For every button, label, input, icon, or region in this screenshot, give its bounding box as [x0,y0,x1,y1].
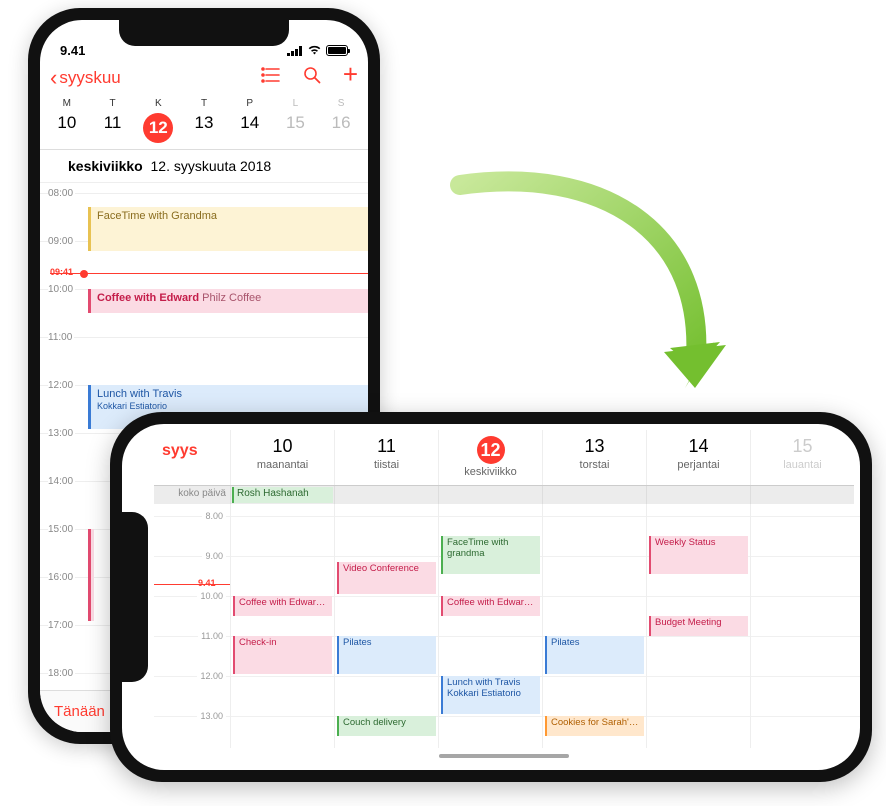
notch [122,512,148,682]
date-rest: 12. syyskuuta 2018 [151,158,272,174]
day-number[interactable]: 16 [318,113,364,143]
day-col[interactable]: 14perjantai [646,430,750,485]
weekday: L [273,98,319,109]
day-col[interactable]: 15lauantai [750,430,854,485]
event-title: FaceTime with Grandma [97,210,217,222]
allday-row: koko päivä Rosh Hashanah [154,486,854,504]
week-grid[interactable]: 8.00 9.00 10.00 11.00 12.00 13.00 9.41 C… [154,504,854,748]
event-coffee[interactable]: Coffee with Edward Philz Coffee [88,289,368,313]
battery-icon [326,45,348,56]
event-title: Lunch with Travis [447,677,520,688]
back-button[interactable]: ‹ syyskuu [50,68,121,88]
wifi-icon [307,43,322,58]
event-location: Kokkari Estiatorio [97,401,167,411]
time-column: 8.00 9.00 10.00 11.00 12.00 13.00 9.41 [154,504,230,748]
day-number-today[interactable]: 12 [143,113,173,143]
event[interactable]: Video Conference [337,562,436,594]
list-icon[interactable] [261,66,281,90]
rotate-arrow-icon [440,170,740,430]
hour-label: 15:00 [48,524,75,535]
week-header: syys 10maanantai 11tiistai 12keskiviikko… [154,430,854,486]
hour-label: 18:00 [48,668,75,679]
weekday-header: M T K T P L S [40,98,368,109]
hour-label: 10.00 [197,591,226,601]
day-col[interactable]: 11tiistai [334,430,438,485]
event[interactable]: Weekly Status [649,536,748,574]
grid-col-fri: Weekly Status Budget Meeting [646,504,750,748]
day-number[interactable]: 10 [44,113,90,143]
grid-col-tue: Video Conference Pilates Couch delivery [334,504,438,748]
event[interactable]: Budget Meeting [649,616,748,636]
day-number[interactable]: 15 [273,113,319,143]
grid-col-thu: Pilates Cookies for Sarah'… [542,504,646,748]
date-label: keskiviikko 12. syyskuuta 2018 [40,150,368,183]
event[interactable]: Coffee with Edwar… [441,596,540,616]
day-col[interactable]: 13torstai [542,430,646,485]
hour-label: 8.00 [202,511,226,521]
landscape-screen: syys 10maanantai 11tiistai 12keskiviikko… [122,424,860,770]
day-numbers: 10 11 12 13 14 15 16 [40,109,368,150]
weekday: T [90,98,136,109]
hour-label: 17:00 [48,620,75,631]
grid-col-mon: Coffee with Edwar… Check-in [230,504,334,748]
allday-event[interactable]: Rosh Hashanah [232,487,333,503]
now-indicator: 09:41 [50,273,368,274]
hour-label: 11.00 [198,631,226,641]
event[interactable]: Cookies for Sarah'… [545,716,644,736]
hour-label: 11:00 [48,332,74,343]
weekday: K [135,98,181,109]
day-number[interactable]: 14 [227,113,273,143]
home-indicator[interactable] [439,754,569,758]
event-facetime[interactable]: FaceTime with Grandma [88,207,368,251]
day-col[interactable]: 10maanantai [230,430,334,485]
date-weekday: keskiviikko [68,158,143,174]
weekday: P [227,98,273,109]
day-col-today[interactable]: 12keskiviikko [438,430,542,485]
hour-label: 14:00 [48,476,75,487]
grid-col-wed: FaceTime with grandma Coffee with Edwar…… [438,504,542,748]
hour-label: 13:00 [48,428,75,439]
search-icon[interactable] [303,66,321,90]
weekday: S [318,98,364,109]
now-time: 9.41 [198,578,216,588]
hour-label: 13.00 [197,711,226,721]
hour-label: 12.00 [197,671,226,681]
event[interactable]: FaceTime with grandma [441,536,540,574]
event-title: Lunch with Travis [97,388,182,400]
hour-label: 16:00 [48,572,75,583]
weekday: T [181,98,227,109]
signal-icon [287,46,303,56]
grid-col-sat [750,504,854,748]
status-time: 9.41 [60,43,85,58]
event[interactable]: Coffee with Edwar… [233,596,332,616]
event[interactable]: Pilates [545,636,644,674]
event-stripe[interactable] [88,529,94,621]
hour-label: 10:00 [48,284,75,295]
status-bar: 9.41 [40,20,368,60]
nav-bar: ‹ syyskuu + [40,60,368,98]
event[interactable]: Couch delivery [337,716,436,736]
phone-landscape: syys 10maanantai 11tiistai 12keskiviikko… [110,412,872,782]
event-location: Kokkari Estiatorio [447,688,521,699]
hour-label: 9.00 [202,551,226,561]
hour-label: 09:00 [48,236,75,247]
event-title: Coffee with Edward [97,292,199,304]
event[interactable]: Check-in [233,636,332,674]
day-number[interactable]: 13 [181,113,227,143]
back-label: syyskuu [59,68,120,88]
event-lunch[interactable]: Lunch with Travis Kokkari Estiatorio [441,676,540,714]
month-button[interactable]: syys [154,430,230,485]
weekday: M [44,98,90,109]
event-location: Philz Coffee [202,292,261,304]
hour-label: 12:00 [48,380,75,391]
add-icon[interactable]: + [343,66,358,90]
now-indicator: 9.41 [154,584,230,585]
allday-label: koko päivä [154,486,230,504]
now-time: 09:41 [50,267,73,277]
hour-label: 08:00 [48,188,75,199]
day-number[interactable]: 11 [90,113,136,143]
event[interactable]: Pilates [337,636,436,674]
today-button[interactable]: Tänään [54,703,105,720]
